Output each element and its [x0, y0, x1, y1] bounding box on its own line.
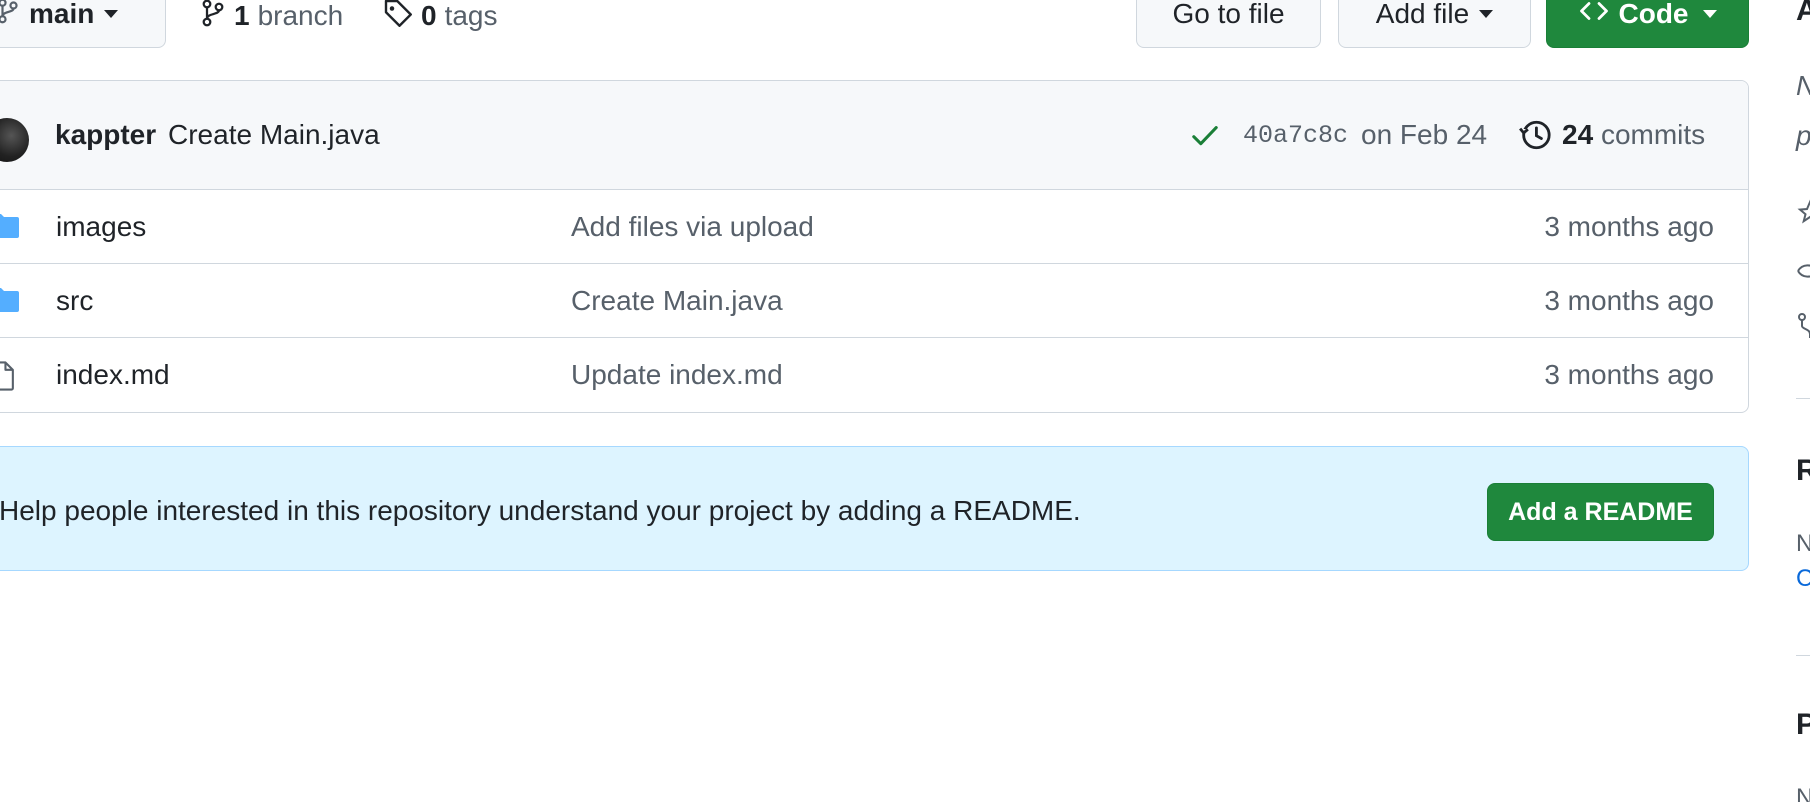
- history-icon: [1518, 118, 1552, 159]
- file-age: 3 months ago: [1544, 359, 1714, 390]
- folder-icon: [0, 286, 21, 321]
- sidebar-releases-heading: R: [1796, 454, 1810, 487]
- file-icon: [0, 360, 17, 399]
- file-table: kappter Create Main.java 40a7c8c on Feb …: [0, 80, 1749, 413]
- file-age: 3 months ago: [1544, 211, 1714, 242]
- sidebar-description-line-1: N: [1796, 70, 1810, 102]
- commit-date[interactable]: on Feb 24: [1361, 119, 1487, 151]
- fork-icon[interactable]: [1796, 312, 1810, 349]
- git-branch-icon: [200, 0, 226, 35]
- code-icon: [1579, 0, 1609, 30]
- eye-icon[interactable]: [1796, 257, 1810, 292]
- table-row[interactable]: index.md Update index.md 3 months ago: [0, 338, 1748, 411]
- go-to-file-label: Go to file: [1172, 0, 1285, 29]
- star-icon[interactable]: [1796, 198, 1810, 233]
- file-name[interactable]: index.md: [56, 359, 170, 391]
- chevron-down-icon: [1702, 10, 1717, 18]
- add-readme-label: Add a README: [1508, 497, 1693, 526]
- commit-count: 24: [1562, 119, 1594, 150]
- code-button[interactable]: Code: [1546, 0, 1749, 48]
- add-file-button[interactable]: Add file: [1338, 0, 1531, 48]
- sidebar-divider: [1796, 398, 1810, 399]
- file-commit-message[interactable]: Add files via upload: [571, 211, 814, 243]
- repo-page: main 1 branch 0 tags Go to file Add file…: [0, 0, 1810, 802]
- add-file-label: Add file: [1375, 0, 1470, 29]
- sidebar-divider: [1796, 655, 1810, 656]
- commit-sha[interactable]: 40a7c8c: [1243, 121, 1348, 150]
- sidebar-releases-link[interactable]: C: [1796, 565, 1810, 593]
- sidebar-description-line-2: p: [1796, 120, 1810, 152]
- chevron-down-icon: [104, 10, 119, 18]
- sidebar-releases-text: N: [1796, 530, 1810, 557]
- file-age: 3 months ago: [1544, 285, 1714, 316]
- branches-link[interactable]: 1 branch: [200, 0, 343, 36]
- file-commit-message[interactable]: Update index.md: [571, 359, 783, 391]
- file-name[interactable]: images: [56, 211, 146, 243]
- readme-banner: Help people interested in this repositor…: [0, 446, 1749, 571]
- tag-label: tags: [444, 0, 498, 31]
- code-label: Code: [1618, 0, 1689, 29]
- sidebar-packages-heading: P: [1796, 708, 1810, 741]
- sidebar-about-heading: A: [1796, 0, 1810, 27]
- latest-commit-bar: kappter Create Main.java 40a7c8c on Feb …: [0, 81, 1748, 190]
- chevron-down-icon: [1479, 10, 1494, 18]
- readme-prompt-text: Help people interested in this repositor…: [0, 495, 1081, 526]
- branch-count: 1: [234, 0, 250, 31]
- branch-selector[interactable]: main: [0, 0, 166, 48]
- tag-icon: [383, 0, 413, 35]
- git-branch-icon: [0, 0, 19, 32]
- commits-link[interactable]: 24 commits: [1562, 119, 1705, 151]
- add-readme-button[interactable]: Add a README: [1487, 483, 1714, 541]
- commit-count-label: commits: [1600, 119, 1706, 150]
- folder-icon: [0, 212, 21, 247]
- commit-author[interactable]: kappter: [55, 119, 156, 151]
- file-commit-message[interactable]: Create Main.java: [571, 285, 783, 317]
- tag-count: 0: [421, 0, 437, 31]
- branch-label: branch: [257, 0, 344, 31]
- tags-link[interactable]: 0 tags: [383, 0, 498, 36]
- sidebar-packages-text: N: [1796, 784, 1810, 802]
- check-icon[interactable]: [1191, 123, 1219, 156]
- table-row[interactable]: src Create Main.java 3 months ago: [0, 264, 1748, 338]
- branch-name: main: [29, 0, 95, 29]
- avatar[interactable]: [0, 118, 29, 162]
- commit-message[interactable]: Create Main.java: [168, 119, 380, 151]
- table-row[interactable]: images Add files via upload 3 months ago: [0, 190, 1748, 264]
- file-name[interactable]: src: [56, 285, 93, 317]
- go-to-file-button[interactable]: Go to file: [1136, 0, 1321, 48]
